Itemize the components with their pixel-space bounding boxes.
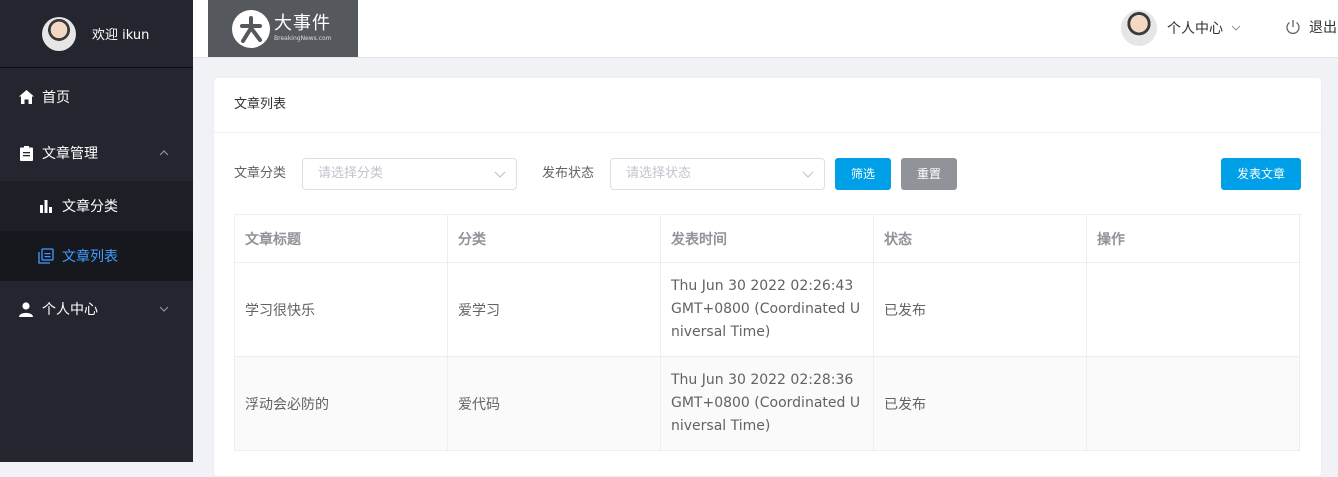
column-header-time: 发表时间 (661, 215, 874, 263)
chevron-down-icon (157, 302, 171, 316)
column-header-title: 文章标题 (235, 215, 448, 263)
column-header-status: 状态 (874, 215, 1087, 263)
publish-article-button[interactable]: 发表文章 (1221, 158, 1301, 190)
cell-actions (1087, 357, 1300, 451)
category-select-placeholder: 请选择分类 (318, 166, 384, 181)
sidebar-submenu: 文章分类 文章列表 (0, 181, 193, 281)
category-filter-label: 文章分类 (234, 166, 287, 181)
sidebar-item-label: 首页 (42, 90, 70, 106)
status-select[interactable]: 请选择状态 (610, 158, 825, 190)
sidebar-item-article-management[interactable]: 文章管理 (0, 125, 193, 181)
sidebar-item-label: 文章列表 (62, 249, 118, 265)
cell-status: 已发布 (874, 263, 1087, 357)
logo-title: 大事件 (274, 13, 331, 34)
chevron-down-icon (802, 171, 814, 178)
status-select-placeholder: 请选择状态 (626, 166, 692, 181)
logout-label: 退出 (1309, 20, 1337, 36)
document-icon (18, 145, 34, 161)
cell-actions (1087, 263, 1300, 357)
home-icon (18, 89, 34, 105)
logo-text: 大事件 BreakingNews.com (274, 15, 332, 42)
cell-title: 浮动会必防的 (235, 357, 448, 451)
top-header: 大事件 BreakingNews.com 个人中心 退出 (193, 0, 1338, 58)
card-title: 文章列表 (214, 78, 1321, 133)
cell-title: 学习很快乐 (235, 263, 448, 357)
logo-mark-icon (232, 9, 270, 48)
sidebar-item-home[interactable]: 首页 (0, 69, 193, 125)
cell-status: 已发布 (874, 357, 1087, 451)
sidebar-item-label: 文章管理 (42, 146, 98, 162)
user-icon (18, 301, 34, 317)
chevron-down-icon (1231, 25, 1241, 31)
sidebar-item-label: 文章分类 (62, 199, 118, 215)
copy-document-icon (38, 248, 54, 264)
article-list-card: 文章列表 文章分类 请选择分类 发布状态 请选择状态 筛选 重置 发表文章 文章… (213, 77, 1322, 477)
article-table: 文章标题 分类 发表时间 状态 操作 学习很快乐 爱学习 Thu Jun 30 … (234, 214, 1302, 451)
user-menu-dropdown[interactable]: 个人中心 (1121, 10, 1241, 46)
filter-bar: 文章分类 请选择分类 发布状态 请选择状态 筛选 重置 发表文章 (234, 158, 1302, 190)
logo-subtitle: BreakingNews.com (274, 35, 332, 42)
cell-time: Thu Jun 30 2022 02:26:43 GMT+0800 (Coord… (661, 263, 874, 357)
sidebar-item-article-category[interactable]: 文章分类 (0, 181, 193, 231)
avatar (42, 16, 76, 51)
sidebar-item-personal-center[interactable]: 个人中心 (0, 281, 193, 337)
power-icon (1286, 20, 1300, 34)
column-header-actions: 操作 (1087, 215, 1300, 263)
cell-category: 爱学习 (448, 263, 661, 357)
logout-button[interactable]: 退出 (1285, 17, 1337, 37)
cell-category: 爱代码 (448, 357, 661, 451)
reset-button[interactable]: 重置 (901, 158, 957, 190)
sidebar-user-box: 欢迎 ikun (0, 0, 193, 68)
sidebar-item-label: 个人中心 (42, 302, 98, 318)
table-header-row: 文章标题 分类 发表时间 状态 操作 (235, 215, 1302, 263)
sidebar-item-article-list[interactable]: 文章列表 (0, 231, 193, 281)
welcome-text: 欢迎 ikun (92, 28, 150, 43)
avatar (1121, 10, 1157, 46)
sidebar: 欢迎 ikun 首页 文章管理 文章分类 文章列表 个人中心 (0, 0, 193, 462)
logo: 大事件 BreakingNews.com (208, 0, 358, 57)
user-menu-label: 个人中心 (1167, 21, 1223, 37)
category-select[interactable]: 请选择分类 (302, 158, 517, 190)
filter-button[interactable]: 筛选 (835, 158, 891, 190)
column-header-category: 分类 (448, 215, 661, 263)
bar-chart-icon (38, 198, 54, 214)
chevron-down-icon (494, 171, 506, 178)
cell-time: Thu Jun 30 2022 02:28:36 GMT+0800 (Coord… (661, 357, 874, 451)
table-row: 浮动会必防的 爱代码 Thu Jun 30 2022 02:28:36 GMT+… (235, 357, 1302, 451)
chevron-up-icon (157, 146, 171, 160)
status-filter-label: 发布状态 (542, 166, 595, 181)
table-row: 学习很快乐 爱学习 Thu Jun 30 2022 02:26:43 GMT+0… (235, 263, 1302, 357)
